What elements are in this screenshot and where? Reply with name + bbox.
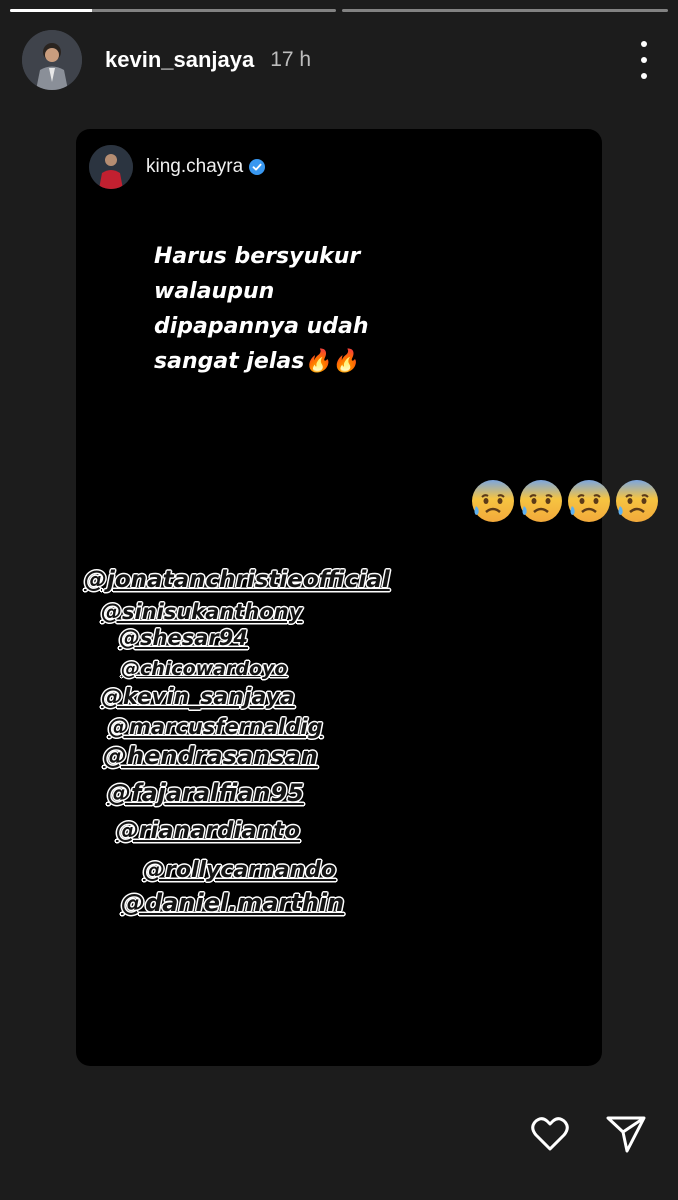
emoji-sticker[interactable] xyxy=(470,478,662,524)
shared-post-card[interactable]: king.chayra Harus bersyukur walaupun dip… xyxy=(76,129,602,1066)
caption-line: Harus bersyukur xyxy=(154,244,361,269)
username[interactable]: kevin_sanjaya xyxy=(105,47,254,73)
caption-line: dipapannya udah xyxy=(154,314,369,339)
anxious-face-with-sweat-icon xyxy=(520,480,562,522)
shared-post-header: king.chayra xyxy=(89,145,266,189)
progress-segment xyxy=(342,9,668,12)
mention-tag[interactable]: @marcusfernaldig xyxy=(108,715,323,739)
heart-icon[interactable] xyxy=(528,1112,572,1156)
caption-line: sangat jelas🔥🔥 xyxy=(154,349,360,374)
anxious-face-with-sweat-icon xyxy=(568,480,610,522)
mention-tag[interactable]: @jonatanchristieofficial xyxy=(84,567,390,593)
mention-tag[interactable]: @fajaralfian95 xyxy=(107,779,304,807)
mention-tag[interactable]: @daniel.marthin xyxy=(121,889,344,917)
shared-post-avatar[interactable] xyxy=(89,145,133,189)
more-options-icon[interactable] xyxy=(632,41,656,79)
mention-tag[interactable]: @chicowardoyo xyxy=(121,658,287,680)
mention-tag[interactable]: @sinisukanthony xyxy=(101,600,302,624)
mention-tag[interactable]: @rianardianto xyxy=(116,818,300,844)
caption-line: walaupun xyxy=(154,279,275,304)
post-caption: Harus bersyukur walaupun dipapannya udah… xyxy=(154,239,369,379)
progress-segment xyxy=(10,9,336,12)
anxious-face-with-sweat-icon xyxy=(472,480,514,522)
story-progress-bar xyxy=(10,9,668,12)
avatar[interactable] xyxy=(22,30,82,90)
mention-tag[interactable]: @shesar94 xyxy=(119,626,248,650)
send-icon[interactable] xyxy=(604,1112,648,1156)
story-actions xyxy=(528,1112,648,1156)
timestamp: 17 h xyxy=(270,48,312,71)
anxious-face-with-sweat-icon xyxy=(616,480,658,522)
mention-tag[interactable]: @hendrasansan xyxy=(103,742,318,770)
shared-post-username[interactable]: king.chayra xyxy=(146,156,243,178)
verified-badge-icon xyxy=(249,159,266,175)
mention-tag[interactable]: @kevin_sanjaya xyxy=(101,685,295,710)
mention-tag[interactable]: @rollycarnando xyxy=(143,858,336,883)
story-header: kevin_sanjaya 17 h xyxy=(22,30,658,90)
